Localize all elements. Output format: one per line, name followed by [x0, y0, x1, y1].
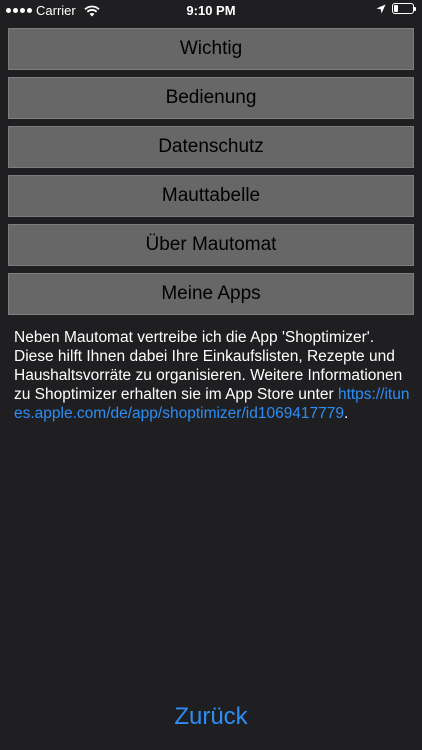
location-arrow-icon — [376, 4, 386, 13]
battery-nub — [414, 7, 416, 11]
status-time: 9:10 PM — [186, 3, 236, 18]
datenschutz-button[interactable]: Datenschutz — [8, 126, 414, 168]
bedienung-button[interactable]: Bedienung — [8, 77, 414, 119]
status-right — [376, 3, 416, 14]
info-text: Neben Mautomat vertreibe ich die App 'Sh… — [14, 328, 410, 423]
wichtig-button[interactable]: Wichtig — [8, 28, 414, 70]
battery-fill — [394, 5, 398, 12]
meine-apps-button[interactable]: Meine Apps — [8, 273, 414, 315]
battery-icon — [392, 3, 416, 14]
info-suffix: . — [344, 405, 349, 422]
status-bar: Carrier 9:10 PM — [0, 0, 422, 22]
ueber-mautomat-button[interactable]: Über Mautomat — [8, 224, 414, 266]
menu-list: Wichtig Bedienung Datenschutz Mauttabell… — [8, 28, 414, 322]
mauttabelle-button[interactable]: Mauttabelle — [8, 175, 414, 217]
back-button[interactable]: Zurück — [0, 703, 422, 731]
